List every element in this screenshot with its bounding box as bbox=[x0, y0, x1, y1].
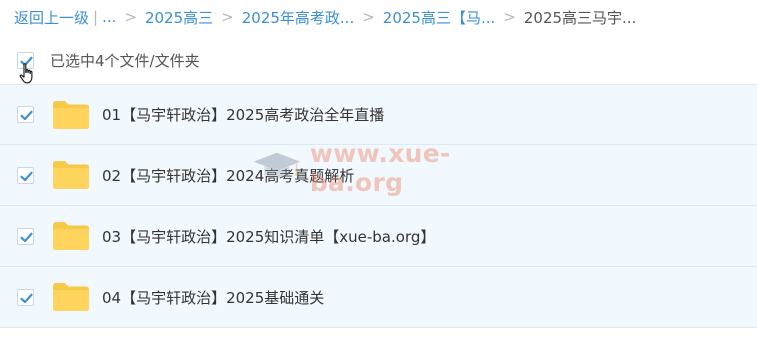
checkmark-icon bbox=[20, 232, 33, 242]
file-name[interactable]: 04【马宇轩政治】2025基础通关 bbox=[102, 287, 324, 308]
file-row[interactable]: 01【马宇轩政治】2025高考政治全年直播 bbox=[0, 84, 757, 145]
chevron-right-icon: > bbox=[124, 8, 137, 26]
breadcrumb-item[interactable]: 2025年高考政... bbox=[242, 7, 354, 28]
file-row[interactable]: 02【马宇轩政治】2024高考真题解析 bbox=[0, 145, 757, 206]
row-checkbox[interactable] bbox=[17, 106, 34, 123]
folder-icon bbox=[53, 161, 89, 189]
folder-icon bbox=[53, 222, 89, 250]
row-checkbox[interactable] bbox=[17, 288, 34, 306]
chevron-right-icon: > bbox=[362, 8, 375, 26]
breadcrumb: 返回上一级 | ... > 2025高三 > 2025年高考政... > 202… bbox=[0, 0, 757, 34]
selection-count-text: 已选中4个文件/文件夹 bbox=[50, 51, 200, 70]
checkmark-icon bbox=[20, 110, 33, 121]
row-checkbox[interactable] bbox=[17, 227, 34, 245]
file-name[interactable]: 02【马宇轩政治】2024高考真题解析 bbox=[102, 165, 354, 186]
chevron-right-icon: > bbox=[221, 8, 234, 26]
breadcrumb-divider: | bbox=[93, 8, 99, 26]
selection-bar: 已选中4个文件/文件夹 bbox=[0, 42, 757, 78]
breadcrumb-item[interactable]: 2025高三 bbox=[145, 7, 213, 28]
file-row[interactable]: 03【马宇轩政治】2025知识清单【xue-ba.org】 bbox=[0, 206, 757, 267]
row-checkbox[interactable] bbox=[17, 166, 34, 184]
folder-icon bbox=[53, 283, 89, 311]
chevron-right-icon: > bbox=[503, 8, 516, 26]
file-name[interactable]: 03【马宇轩政治】2025知识清单【xue-ba.org】 bbox=[102, 226, 435, 247]
folder-icon bbox=[53, 100, 89, 129]
checkmark-icon bbox=[20, 293, 33, 303]
hand-pointer-icon bbox=[19, 63, 33, 84]
checkmark-icon bbox=[20, 171, 33, 181]
breadcrumb-item[interactable]: 2025高三【马... bbox=[383, 7, 495, 28]
file-row[interactable]: 04【马宇轩政治】2025基础通关 bbox=[0, 267, 757, 328]
file-name[interactable]: 01【马宇轩政治】2025高考政治全年直播 bbox=[102, 104, 384, 125]
breadcrumb-current: 2025高三马宇... bbox=[523, 8, 637, 27]
file-list: 01【马宇轩政治】2025高考政治全年直播 02【马宇轩政治】2024高考真题解… bbox=[0, 84, 757, 328]
back-link[interactable]: 返回上一级 bbox=[14, 7, 89, 28]
breadcrumb-ellipsis[interactable]: ... bbox=[102, 8, 116, 26]
